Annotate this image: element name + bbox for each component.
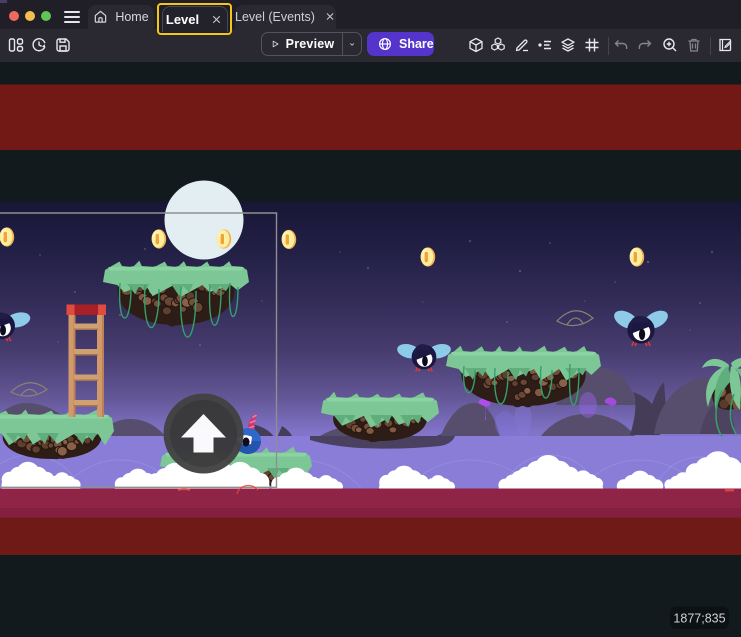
svg-text:1877;835: 1877;835 <box>673 612 725 626</box>
